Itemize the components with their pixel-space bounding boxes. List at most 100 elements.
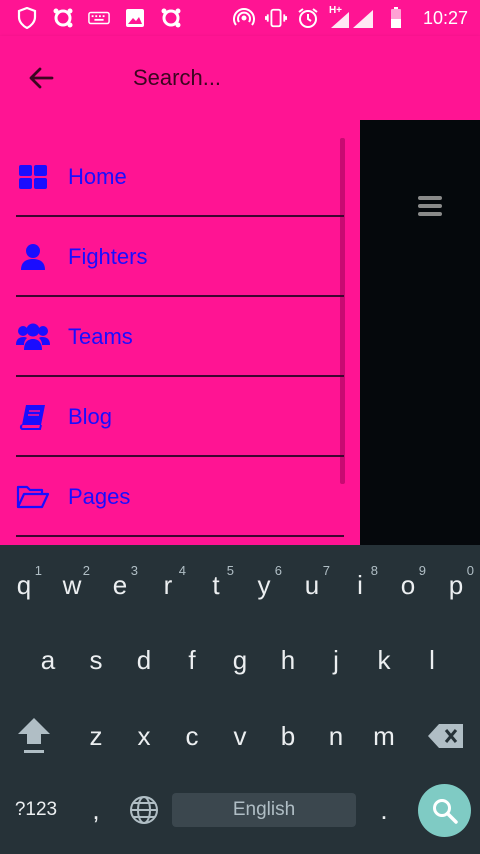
status-bar: H+ 10:27: [0, 0, 480, 36]
key-label: m: [373, 720, 395, 751]
image-icon: [124, 7, 146, 29]
key-hint: 5: [226, 563, 234, 578]
key-label: s: [89, 644, 103, 675]
folder-open-icon: [16, 480, 50, 514]
key-label: f: [188, 644, 196, 675]
system-icons: H+ 10:27: [233, 5, 480, 29]
key-e[interactable]: e3: [96, 555, 144, 615]
drawer-item-home[interactable]: Home: [16, 137, 344, 217]
person-icon: [16, 240, 50, 274]
key-q[interactable]: q1: [0, 555, 48, 615]
search-key[interactable]: [418, 784, 471, 837]
key-y[interactable]: y6: [240, 555, 288, 615]
key-hint: 2: [82, 563, 90, 578]
book-icon: [16, 400, 50, 434]
key-label: k: [377, 644, 391, 675]
key-t[interactable]: t5: [192, 555, 240, 615]
key-label: x: [137, 720, 151, 751]
key-w[interactable]: w2: [48, 555, 96, 615]
key-b[interactable]: b: [264, 706, 312, 766]
soft-keyboard: q1w2e3r4t5y6u7i8o9p0 asdfghjkl zxcvbnm ?…: [0, 545, 480, 854]
backspace-key[interactable]: [422, 706, 470, 766]
key-label: t: [212, 569, 220, 600]
drawer-item-fighters[interactable]: Fighters: [16, 217, 344, 297]
drawer-item-blog[interactable]: Blog: [16, 377, 344, 457]
key-o[interactable]: o9: [384, 555, 432, 615]
drawer-item-label: Blog: [68, 404, 113, 429]
key-d[interactable]: d: [120, 630, 168, 690]
key-hint: 6: [274, 563, 282, 578]
key-k[interactable]: k: [360, 630, 408, 690]
key-hint: 7: [322, 563, 330, 578]
key-label: h: [280, 644, 296, 675]
key-label: w: [62, 569, 82, 600]
vibrate-icon: [264, 7, 287, 29]
search-icon: [432, 798, 458, 824]
drawer-item-pages[interactable]: Pages: [16, 457, 344, 537]
key-label: y: [257, 569, 271, 600]
divider: [16, 535, 344, 537]
key-label: p: [448, 569, 464, 600]
key-label: g: [232, 644, 248, 675]
key-label: z: [89, 720, 103, 751]
key-hint: 1: [34, 563, 42, 578]
key-m[interactable]: m: [360, 706, 408, 766]
key-label: b: [280, 720, 296, 751]
back-button[interactable]: [17, 54, 65, 102]
key-label: c: [185, 720, 199, 751]
shield-icon: [16, 7, 38, 29]
symbols-key[interactable]: ?123: [10, 780, 62, 840]
key-z[interactable]: z: [72, 706, 120, 766]
period-key[interactable]: .: [360, 780, 408, 840]
key-a[interactable]: a: [24, 630, 72, 690]
key-v[interactable]: v: [216, 706, 264, 766]
key-i[interactable]: i8: [336, 555, 384, 615]
drawer-item-teams[interactable]: Teams: [16, 297, 344, 377]
network-type-label: H+: [328, 5, 343, 16]
key-c[interactable]: c: [168, 706, 216, 766]
hotspot-icon: [233, 7, 255, 29]
arrow-back-icon: [29, 67, 54, 89]
app-icon: [52, 7, 74, 29]
drawer-item-label: Fighters: [68, 244, 148, 269]
space-key[interactable]: English: [172, 793, 356, 827]
menu-icon[interactable]: [418, 196, 442, 216]
language-key[interactable]: [120, 780, 168, 840]
group-icon: [16, 320, 50, 354]
key-label: i: [357, 569, 363, 600]
key-hint: 0: [466, 563, 474, 578]
key-h[interactable]: h: [264, 630, 312, 690]
grid-icon: [16, 160, 50, 194]
page-content-overlay[interactable]: [360, 120, 480, 545]
signal-icon: H+: [328, 5, 375, 29]
comma-key[interactable]: ,: [72, 780, 120, 840]
key-p[interactable]: p0: [432, 555, 480, 615]
key-x[interactable]: x: [120, 706, 168, 766]
key-g[interactable]: g: [216, 630, 264, 690]
backspace-icon: [428, 724, 463, 748]
key-label: u: [304, 569, 320, 600]
key-label: v: [233, 720, 247, 751]
key-n[interactable]: n: [312, 706, 360, 766]
key-label: n: [328, 720, 344, 751]
keyboard-icon: [88, 7, 110, 29]
navigation-drawer: Home Fighters Teams Blog Pages: [0, 120, 360, 545]
key-f[interactable]: f: [168, 630, 216, 690]
shift-key[interactable]: [10, 706, 58, 766]
key-l[interactable]: l: [408, 630, 456, 690]
symbols-key-label: ?123: [14, 799, 58, 820]
shift-icon: [18, 718, 50, 753]
key-hint: 9: [418, 563, 426, 578]
key-s[interactable]: s: [72, 630, 120, 690]
comma-key-label: ,: [92, 794, 100, 825]
drawer-item-label: Pages: [68, 484, 131, 509]
key-u[interactable]: u7: [288, 555, 336, 615]
key-j[interactable]: j: [312, 630, 360, 690]
search-input[interactable]: [131, 64, 435, 92]
battery-icon: [385, 7, 407, 29]
key-r[interactable]: r4: [144, 555, 192, 615]
key-hint: 8: [370, 563, 378, 578]
key-label: l: [429, 644, 435, 675]
key-label: e: [112, 569, 128, 600]
key-label: q: [16, 569, 32, 600]
